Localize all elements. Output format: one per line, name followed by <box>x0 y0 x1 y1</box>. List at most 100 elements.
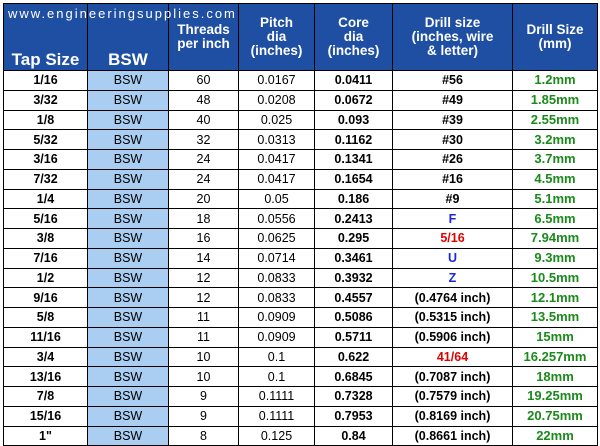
cell-drill-size: #56 <box>392 70 513 91</box>
cell-tap-size: 7/16 <box>3 247 88 269</box>
table-row: 5/16 BSW 18 0.0556 0.2413 F 6.5mm <box>3 208 598 229</box>
cell-core-dia: 0.84 <box>314 425 393 446</box>
cell-tap-size: 1/4 <box>3 188 88 210</box>
cell-threads-per-inch: 12 <box>168 267 239 289</box>
cell-threads-per-inch: 12 <box>168 287 239 308</box>
table-row: 11/16 BSW 11 0.0909 0.5711 (0.5906 inch) 15mm <box>3 326 598 348</box>
cell-pitch-dia: 0.0417 <box>238 149 315 170</box>
cell-drill-size: (0.8169 inch) <box>392 405 513 427</box>
cell-tap-size: 1/16 <box>3 70 88 91</box>
cell-tap-size: 15/16 <box>3 405 88 427</box>
cell-bsw: BSW <box>87 346 169 368</box>
table-row: 3/16 BSW 24 0.0417 0.1341 #26 3.7mm <box>3 149 598 170</box>
cell-threads-per-inch: 14 <box>168 247 239 269</box>
table-row: 13/16 BSW 10 0.1 0.6845 (0.7087 inch) 18mm <box>3 366 598 387</box>
cell-threads-per-inch: 24 <box>168 168 239 190</box>
cell-threads-per-inch: 8 <box>168 425 239 446</box>
cell-bsw: BSW <box>87 168 169 190</box>
cell-core-dia: 0.093 <box>314 109 393 131</box>
table-row: 3/8 BSW 16 0.0625 0.295 5/16 7.94mm <box>3 228 598 249</box>
table-row: 7/8 BSW 9 0.1111 0.7328 (0.7579 inch) 19.25mm <box>3 386 598 407</box>
cell-tap-size: 11/16 <box>3 326 88 348</box>
cell-bsw: BSW <box>87 70 169 91</box>
cell-bsw: BSW <box>87 89 169 111</box>
cell-pitch-dia: 0.0833 <box>238 267 315 289</box>
cell-pitch-dia: 0.0417 <box>238 168 315 190</box>
table-row: 1/16 BSW 60 0.0167 0.0411 #56 1.2mm <box>3 70 598 91</box>
cell-drill-size: #9 <box>392 188 513 210</box>
cell-pitch-dia: 0.0833 <box>238 287 315 308</box>
table-row: 5/8 BSW 11 0.0909 0.5086 (0.5315 inch) 13.5mm <box>3 307 598 328</box>
cell-drill-size-mm: 5.1mm <box>512 188 598 210</box>
cell-threads-per-inch: 10 <box>168 346 239 368</box>
cell-threads-per-inch: 48 <box>168 89 239 111</box>
cell-drill-size: (0.5315 inch) <box>392 307 513 328</box>
cell-pitch-dia: 0.1111 <box>238 386 315 407</box>
cell-drill-size: (0.5906 inch) <box>392 326 513 348</box>
cell-drill-size: F <box>392 208 513 229</box>
cell-threads-per-inch: 24 <box>168 149 239 170</box>
cell-bsw: BSW <box>87 109 169 131</box>
cell-core-dia: 0.5711 <box>314 326 393 348</box>
cell-threads-per-inch: 20 <box>168 188 239 210</box>
cell-tap-size: 3/32 <box>3 89 88 111</box>
cell-bsw: BSW <box>87 425 169 446</box>
cell-drill-size-mm: 4.5mm <box>512 168 598 190</box>
cell-core-dia: 0.1162 <box>314 129 393 150</box>
cell-pitch-dia: 0.1 <box>238 366 315 387</box>
cell-core-dia: 0.5086 <box>314 307 393 328</box>
cell-bsw: BSW <box>87 188 169 210</box>
cell-threads-per-inch: 40 <box>168 109 239 131</box>
cell-tap-size: 3/4 <box>3 346 88 368</box>
cell-tap-size: 7/8 <box>3 386 88 407</box>
cell-core-dia: 0.186 <box>314 188 393 210</box>
cell-tap-size: 1/2 <box>3 267 88 289</box>
cell-tap-size: 5/32 <box>3 129 88 150</box>
cell-bsw: BSW <box>87 287 169 308</box>
cell-bsw: BSW <box>87 149 169 170</box>
cell-drill-size-mm: 20.75mm <box>512 405 598 427</box>
cell-core-dia: 0.622 <box>314 346 393 368</box>
cell-core-dia: 0.295 <box>314 228 393 249</box>
cell-drill-size-mm: 1.2mm <box>512 70 598 91</box>
cell-drill-size-mm: 3.2mm <box>512 129 598 150</box>
cell-threads-per-inch: 11 <box>168 326 239 348</box>
cell-tap-size: 13/16 <box>3 366 88 387</box>
cell-drill-size: U <box>392 247 513 269</box>
cell-drill-size: #26 <box>392 149 513 170</box>
cell-core-dia: 0.3932 <box>314 267 393 289</box>
cell-bsw: BSW <box>87 247 169 269</box>
cell-bsw: BSW <box>87 267 169 289</box>
cell-drill-size-mm: 2.55mm <box>512 109 598 131</box>
header-pitch-dia: Pitch dia (inches) <box>238 3 315 71</box>
cell-drill-size: #39 <box>392 109 513 131</box>
table-row: 1" BSW 8 0.125 0.84 (0.8661 inch) 22mm <box>3 425 598 446</box>
table-row: 7/16 BSW 14 0.0714 0.3461 U 9.3mm <box>3 247 598 269</box>
cell-core-dia: 0.6845 <box>314 366 393 387</box>
cell-threads-per-inch: 11 <box>168 307 239 328</box>
cell-drill-size: (0.7579 inch) <box>392 386 513 407</box>
cell-core-dia: 0.1654 <box>314 168 393 190</box>
table-row: 15/16 BSW 9 0.1111 0.7953 (0.8169 inch) 20.75m… <box>3 405 598 427</box>
cell-drill-size-mm: 13.5mm <box>512 307 598 328</box>
cell-drill-size: #30 <box>392 129 513 150</box>
cell-pitch-dia: 0.1 <box>238 346 315 368</box>
table-row: 1/8 BSW 40 0.025 0.093 #39 2.55mm <box>3 109 598 131</box>
cell-pitch-dia: 0.0313 <box>238 129 315 150</box>
cell-pitch-dia: 0.0909 <box>238 307 315 328</box>
cell-threads-per-inch: 18 <box>168 208 239 229</box>
cell-drill-size-mm: 1.85mm <box>512 89 598 111</box>
bsw-tap-table: Tap Size BSW Threads per inch Pitch dia … <box>3 3 598 446</box>
cell-core-dia: 0.0672 <box>314 89 393 111</box>
cell-drill-size-mm: 6.5mm <box>512 208 598 229</box>
table-row: 1/4 BSW 20 0.05 0.186 #9 5.1mm <box>3 188 598 210</box>
cell-core-dia: 0.0411 <box>314 70 393 91</box>
cell-pitch-dia: 0.0714 <box>238 247 315 269</box>
cell-drill-size-mm: 9.3mm <box>512 247 598 269</box>
cell-core-dia: 0.4557 <box>314 287 393 308</box>
cell-bsw: BSW <box>87 307 169 328</box>
cell-drill-size: (0.7087 inch) <box>392 366 513 387</box>
cell-tap-size: 3/16 <box>3 149 88 170</box>
cell-drill-size-mm: 18mm <box>512 366 598 387</box>
cell-drill-size-mm: 16.257mm <box>512 346 598 368</box>
